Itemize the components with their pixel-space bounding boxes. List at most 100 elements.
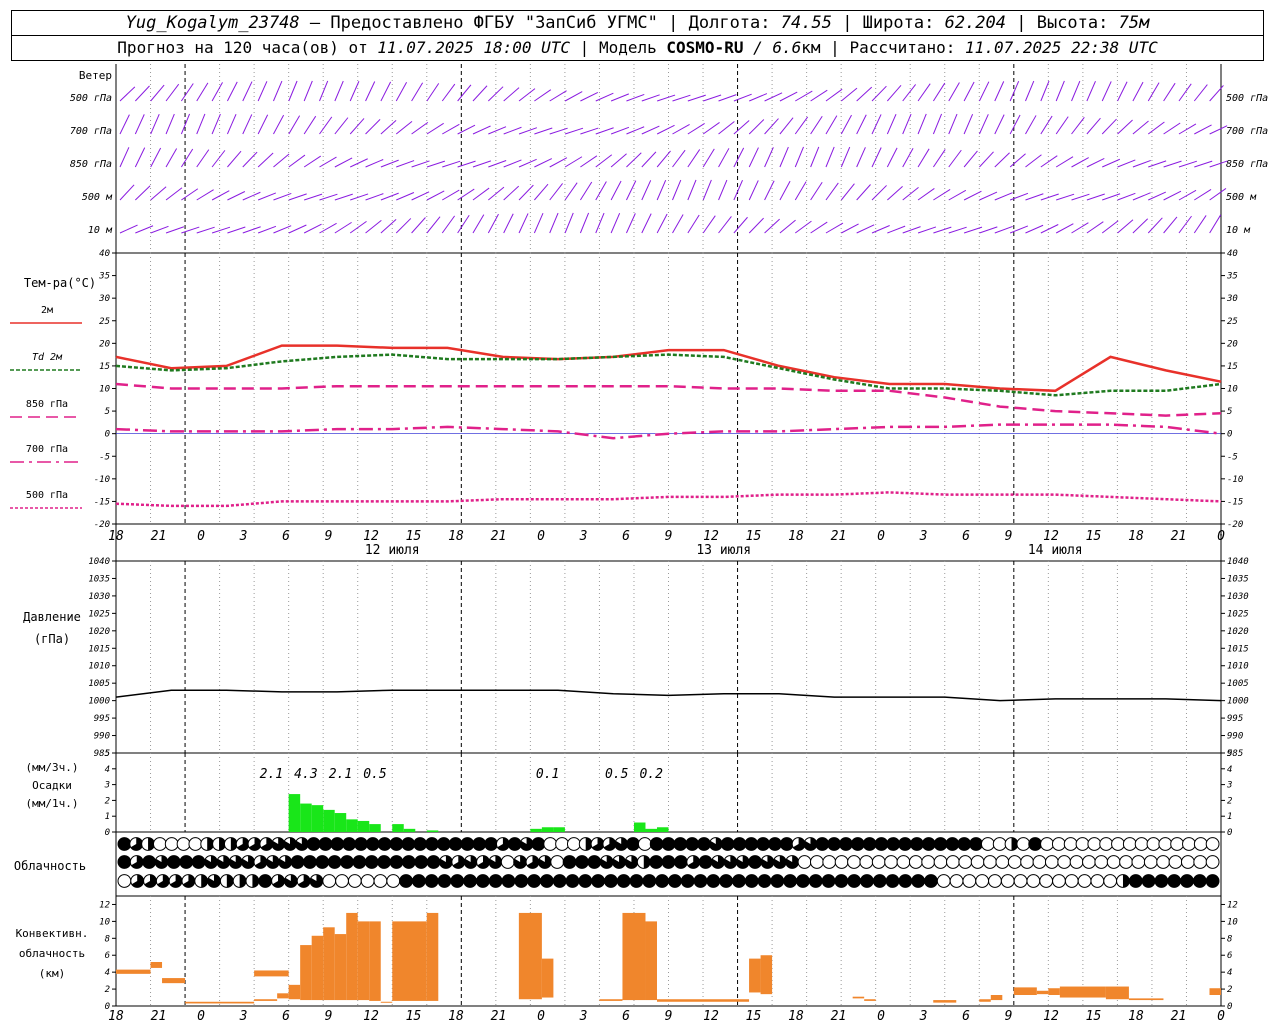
wind-barb <box>273 153 290 168</box>
temp-tick-label-left: 15 <box>99 362 110 372</box>
wind-barb <box>641 180 652 201</box>
wind-barb <box>825 146 835 168</box>
convective-bar <box>288 984 301 1000</box>
wind-barb <box>181 188 199 201</box>
wind-barb <box>549 127 568 135</box>
bottom-axis-hour-label: 12 <box>703 1009 719 1024</box>
cloud-symbol <box>983 855 997 869</box>
cloud-symbol-outline <box>834 855 849 869</box>
cloud-symbol <box>1040 837 1054 851</box>
cloud-symbol <box>697 837 711 851</box>
wind-barb <box>672 149 686 168</box>
cloud-symbol <box>706 874 721 888</box>
cloud-symbol <box>847 874 862 888</box>
cloud-symbol <box>463 874 477 888</box>
precip-tick-label-left: 1 <box>105 812 110 822</box>
cloud-symbol-full <box>924 874 938 888</box>
precip-tick-label-left: 0 <box>105 828 110 838</box>
cloud-symbol-full <box>706 874 720 888</box>
temp-axis-hour-label: 18 <box>788 529 804 544</box>
precip-unit-1h: (мм/1ч.) <box>26 797 79 810</box>
wind-barb <box>1148 191 1167 201</box>
cloud-symbol-outline <box>550 855 565 869</box>
cloud-symbol-fill <box>226 874 234 888</box>
wind-barb <box>1178 189 1197 201</box>
cloud-symbol <box>1116 874 1130 888</box>
cloud-symbol-full <box>796 874 810 888</box>
cloud-symbol <box>578 874 593 888</box>
bottom-axis-hour-label: 0 <box>877 1009 885 1024</box>
cloud-symbol-full <box>578 874 592 888</box>
cloud-symbol <box>290 855 305 869</box>
convective-bar <box>150 962 163 968</box>
cloud-symbol <box>822 855 837 869</box>
convective-bar <box>1013 987 1037 995</box>
cloud-symbol-full <box>898 837 912 851</box>
cloud-symbol <box>772 855 787 869</box>
cloud-symbol <box>649 855 664 869</box>
cloud-symbol-full <box>527 874 541 888</box>
wind-barb <box>1209 188 1227 201</box>
cloud-symbol-full <box>922 837 936 851</box>
wind-barb <box>288 80 298 102</box>
cloud-symbol <box>624 855 639 869</box>
cloud-symbol-outline <box>975 874 990 888</box>
wind-barb <box>580 127 599 135</box>
pressure-tick-label-right: 990 <box>1227 732 1243 742</box>
temp-tick-label-left: 30 <box>98 294 110 304</box>
wind-barb <box>1025 115 1037 135</box>
wind-barb <box>702 215 716 234</box>
wind-barb <box>533 183 549 201</box>
wind-level-label-left: 850 гПа <box>70 159 112 170</box>
cloud-symbol-outline <box>988 874 1002 888</box>
wind-barb <box>748 147 759 168</box>
wind-barb <box>1040 224 1059 234</box>
wind-level-label-left: 700 гПа <box>70 126 112 137</box>
cloud-symbol <box>488 855 503 869</box>
cloud-symbol <box>898 874 913 888</box>
wind-barb <box>242 81 253 102</box>
wind-barb <box>395 82 408 102</box>
convective-tick-label-left: 12 <box>99 900 110 910</box>
wind-barb <box>672 214 684 234</box>
wind-barb <box>426 122 444 135</box>
cloud-symbol <box>377 837 392 851</box>
cloud-symbol <box>723 855 738 869</box>
wind-barb <box>672 94 691 102</box>
temp-title: Тем-ра(°C) <box>24 276 96 290</box>
temp-tick-label-left: 5 <box>105 407 110 417</box>
cloud-symbol-outline <box>1075 837 1090 851</box>
pressure-tick-label-right: 1005 <box>1227 679 1249 689</box>
cloud-symbol-full <box>476 874 490 888</box>
precip-bar <box>541 827 554 832</box>
cloud-symbol-full <box>745 874 759 888</box>
cloud-symbol <box>911 874 926 888</box>
wind-barb <box>1071 80 1081 102</box>
cloud-symbol <box>166 855 181 869</box>
cloud-symbol <box>655 874 669 888</box>
cloud-symbol-outline <box>543 837 558 851</box>
wind-barb <box>1178 83 1192 102</box>
wind-barb <box>779 146 789 168</box>
wind-barb <box>902 226 921 234</box>
wind-barb <box>948 149 962 168</box>
cloud-symbol <box>501 874 516 888</box>
pressure-tick-label-right: 1040 <box>1227 557 1249 567</box>
convective-bar <box>599 999 623 1001</box>
cloud-symbol <box>283 837 297 851</box>
wind-barb <box>488 160 507 168</box>
pressure-tick-label-right: 1020 <box>1227 627 1249 637</box>
wind-barb <box>994 152 1010 168</box>
cloud-symbol-full <box>340 855 354 869</box>
cloud-symbol <box>235 837 250 851</box>
cloud-symbol-outline <box>1122 837 1137 851</box>
temp-tick-label-right: 15 <box>1227 362 1238 372</box>
wind-barb <box>748 217 764 234</box>
cloud-symbol <box>472 837 487 851</box>
wind-barb <box>1025 80 1035 102</box>
cloud-symbol-full <box>566 874 579 888</box>
cloud-symbol <box>815 837 830 851</box>
wind-barb <box>518 184 534 201</box>
convective-unit: (км) <box>39 967 66 980</box>
wind-barb <box>488 186 505 201</box>
